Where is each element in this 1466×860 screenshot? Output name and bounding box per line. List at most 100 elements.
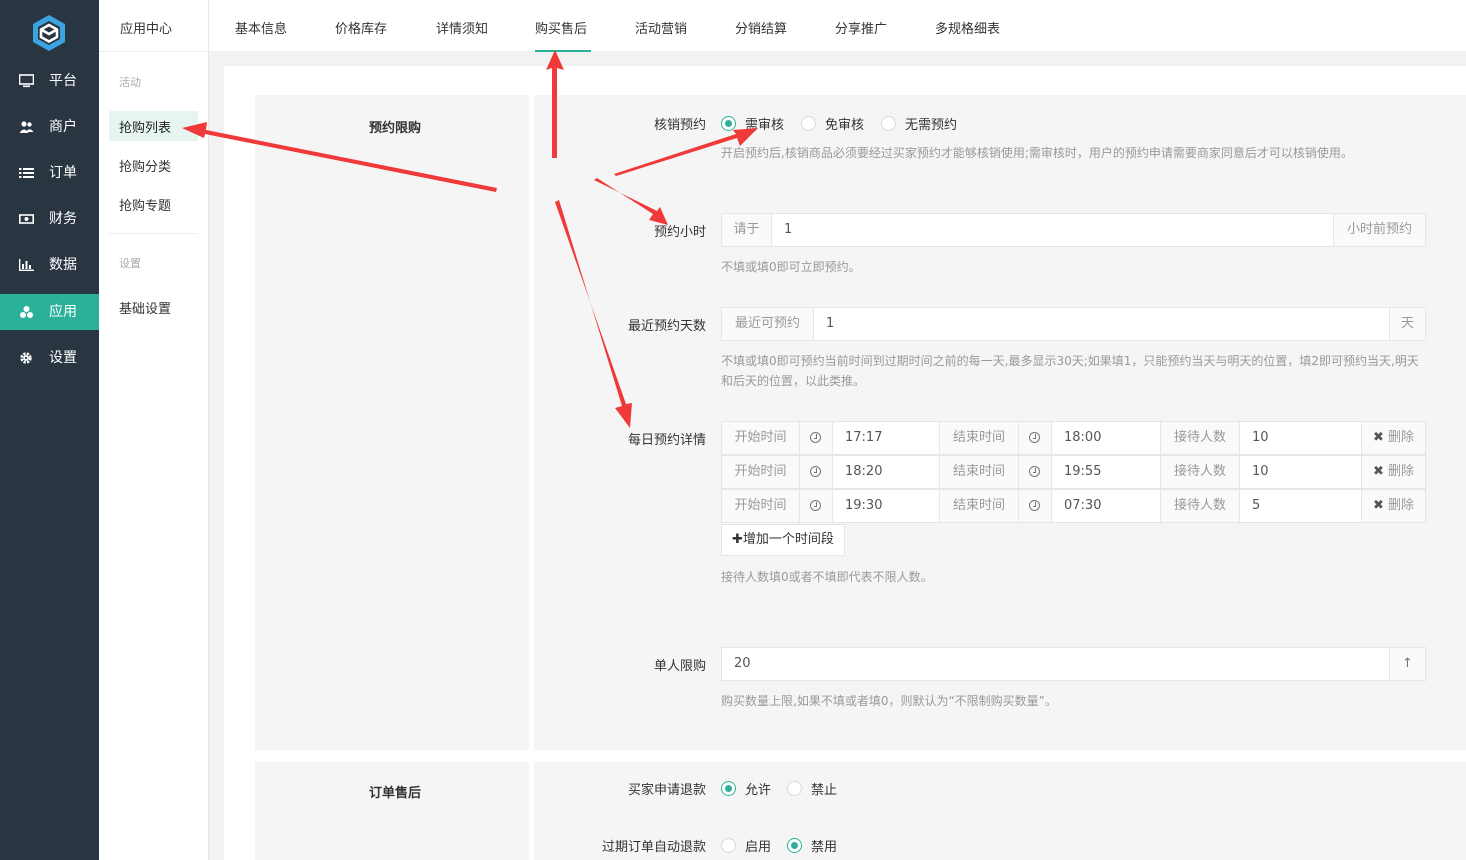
count-label: 接待人数 xyxy=(1160,455,1240,489)
sidebar-section-activity: 活动 xyxy=(119,76,141,89)
tab-distribution[interactable]: 分销结算 xyxy=(735,0,793,52)
daily-hint: 接待人数填0或者不填即代表不限人数。 xyxy=(721,570,933,584)
money-icon xyxy=(19,214,34,224)
radio-label: 允许 xyxy=(745,783,772,798)
nav-label: 订单 xyxy=(49,165,77,181)
nav-item-orders[interactable]: 订单 xyxy=(0,155,99,191)
add-time-slot-button[interactable]: ✚增加一个时间段 xyxy=(721,524,845,556)
start-time-label: 开始时间 xyxy=(721,421,800,455)
start-clock-addon xyxy=(799,455,833,489)
monitor-icon xyxy=(19,74,34,88)
sidebar-item-flash-sale-topic[interactable]: 抢购专题 xyxy=(109,189,198,219)
section-title: 订单售后 xyxy=(369,786,422,801)
clock-icon xyxy=(810,432,821,443)
sidebar-divider xyxy=(109,233,198,234)
radio-auto-refund-disable[interactable] xyxy=(787,838,802,853)
section-reserve-title-panel xyxy=(255,95,529,750)
nav-item-settings[interactable]: 设置 xyxy=(0,340,99,376)
radio-auto-refund-enable[interactable] xyxy=(721,838,736,853)
tab-marketing[interactable]: 活动营销 xyxy=(635,0,693,52)
sidebar-item-flash-sale-list[interactable]: 抢购列表 xyxy=(109,111,198,141)
radio-need-review[interactable] xyxy=(721,116,736,131)
radio-refund-forbid[interactable] xyxy=(787,781,802,796)
start-time-label: 开始时间 xyxy=(721,455,800,489)
days-hint: 不填或填0即可预约当前时间到过期时间之前的每一天,最多显示30天;如果填1，只能… xyxy=(721,354,1419,388)
days-input[interactable]: 1 xyxy=(826,308,834,340)
radio-label: 免审核 xyxy=(825,118,865,133)
nav-item-data[interactable]: 数据 xyxy=(0,247,99,283)
end-time-input[interactable]: 19:55 xyxy=(1051,455,1161,489)
end-clock-addon xyxy=(1018,421,1052,455)
count-label: 接待人数 xyxy=(1160,489,1240,523)
input-suffix: 小时前预约 xyxy=(1333,214,1425,246)
count-label: 接待人数 xyxy=(1160,421,1240,455)
clock-icon xyxy=(810,466,821,477)
end-time-input[interactable]: 07:30 xyxy=(1051,489,1161,523)
field-label: 买家申请退款 xyxy=(627,783,706,798)
field-label: 核销预约 xyxy=(653,118,706,133)
nav-label: 数据 xyxy=(49,257,77,273)
radio-label: 禁止 xyxy=(811,783,838,798)
input-prefix: 请于 xyxy=(722,214,772,246)
limit-input[interactable]: 20 xyxy=(734,648,751,680)
main-nav: 平台 商户 订单 财务 数据 应用 设置 xyxy=(0,0,99,860)
field-label: 过期订单自动退款 xyxy=(601,840,706,855)
clock-icon xyxy=(810,500,821,511)
delete-slot-button[interactable]: ✖ 删除 xyxy=(1361,455,1426,489)
tab-purchase-aftersale[interactable]: 购买售后 xyxy=(535,0,591,52)
tab-price-stock[interactable]: 价格库存 xyxy=(335,0,393,52)
list-icon xyxy=(19,168,34,178)
nav-item-platform[interactable]: 平台 xyxy=(0,63,99,99)
sidebar-title: 应用中心 xyxy=(99,0,209,52)
field-label: 每日预约详情 xyxy=(627,433,706,448)
count-input[interactable]: 10 xyxy=(1239,455,1362,489)
limit-hint: 购买数量上限,如果不填或者填0，则默认为“不限制购买数量”。 xyxy=(721,694,1057,708)
radio-no-reservation[interactable] xyxy=(881,116,896,131)
count-input[interactable]: 10 xyxy=(1239,421,1362,455)
count-input[interactable]: 5 xyxy=(1239,489,1362,523)
nav-item-apps[interactable]: 应用 xyxy=(0,294,99,330)
start-clock-addon xyxy=(799,421,833,455)
logo-icon[interactable] xyxy=(30,13,68,53)
close-icon: ✖ xyxy=(1373,498,1384,513)
end-time-label: 结束时间 xyxy=(939,421,1019,455)
nav-item-finance[interactable]: 财务 xyxy=(0,201,99,237)
start-time-input[interactable]: 17:17 xyxy=(832,421,940,455)
nav-label: 应用 xyxy=(49,304,77,320)
tab-share[interactable]: 分享推广 xyxy=(835,0,893,52)
tab-basic-info[interactable]: 基本信息 xyxy=(235,0,293,52)
radio-label: 禁用 xyxy=(811,840,838,855)
end-time-input[interactable]: 18:00 xyxy=(1051,421,1161,455)
start-time-input[interactable]: 18:20 xyxy=(832,455,940,489)
field-label: 最近预约天数 xyxy=(627,319,706,334)
sidebar-item-flash-sale-category[interactable]: 抢购分类 xyxy=(109,150,198,180)
sub-sidebar: 应用中心 活动 抢购列表 抢购分类 抢购专题 设置 基础设置 xyxy=(99,0,209,860)
close-icon: ✖ xyxy=(1373,464,1384,479)
start-clock-addon xyxy=(799,489,833,523)
nav-item-merchant[interactable]: 商户 xyxy=(0,109,99,145)
tab-bar: 基本信息 价格库存 详情须知 购买售后 活动营销 分销结算 分享推广 多规格细表 xyxy=(209,0,1466,52)
cubes-icon xyxy=(20,306,33,318)
hours-input[interactable]: 1 xyxy=(784,214,792,246)
delete-slot-button[interactable]: ✖ 删除 xyxy=(1361,421,1426,455)
radio-no-review[interactable] xyxy=(801,116,816,131)
arrow-up-icon[interactable]: ↑ xyxy=(1389,648,1425,680)
radio-refund-allow[interactable] xyxy=(721,781,736,796)
field-label: 单人限购 xyxy=(653,659,706,674)
verify-hint: 开启预约后,核销商品必须要经过买家预约才能够核销使用;需审核时，用户的预约申请需… xyxy=(721,146,1353,160)
sidebar-item-basic-settings[interactable]: 基础设置 xyxy=(109,292,198,322)
end-time-label: 结束时间 xyxy=(939,489,1019,523)
section-title: 预约限购 xyxy=(369,121,422,136)
hours-input-group: 请于 1 小时前预约 xyxy=(721,213,1426,247)
tab-details[interactable]: 详情须知 xyxy=(436,0,494,52)
delete-slot-button[interactable]: ✖ 删除 xyxy=(1361,489,1426,523)
nav-label: 平台 xyxy=(49,73,77,89)
bar-chart-icon xyxy=(19,259,34,271)
start-time-input[interactable]: 19:30 xyxy=(832,489,940,523)
limit-input-group: 20 ↑ xyxy=(721,647,1426,681)
start-time-label: 开始时间 xyxy=(721,489,800,523)
end-clock-addon xyxy=(1018,489,1052,523)
clock-icon xyxy=(1029,432,1040,443)
tab-spec-table[interactable]: 多规格细表 xyxy=(935,0,1007,52)
nav-label: 财务 xyxy=(49,211,77,227)
